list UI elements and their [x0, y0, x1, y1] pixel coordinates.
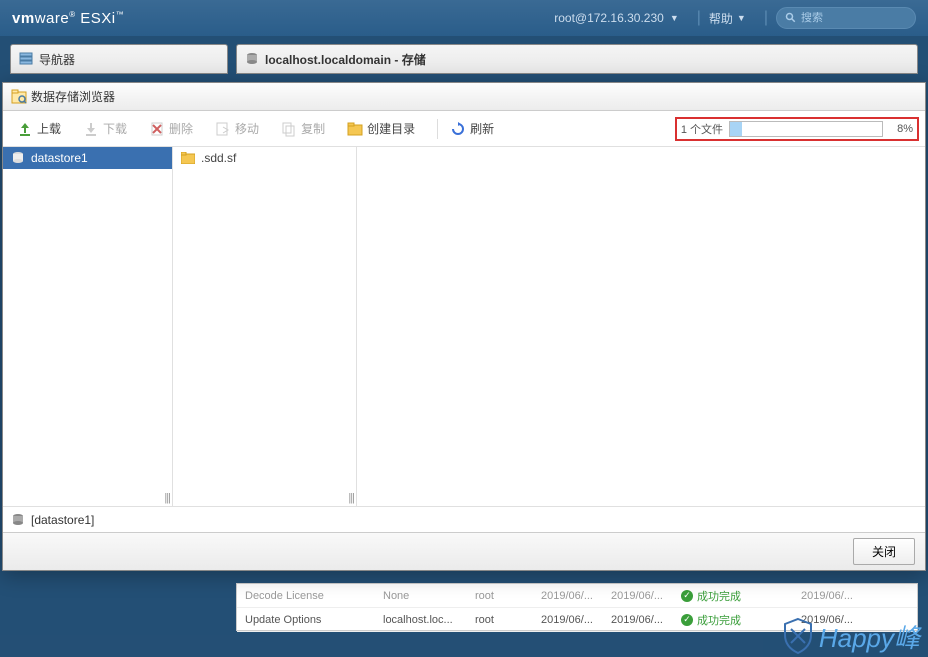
move-button[interactable]: 移动 [209, 117, 265, 140]
copy-button[interactable]: 复制 [275, 117, 331, 140]
app-header: vmware® ESXi™ root@172.16.30.230 ▼ | 帮助 … [0, 0, 928, 36]
modal-footer: 关闭 [3, 532, 925, 570]
content-title: localhost.localdomain - 存储 [265, 51, 426, 68]
download-icon [83, 121, 99, 137]
folder-icon [347, 121, 363, 137]
upload-icon [17, 121, 33, 137]
navigator-icon [19, 52, 33, 66]
datastore-icon [11, 513, 25, 527]
copy-icon [281, 121, 297, 137]
datastore-icon [245, 52, 259, 66]
move-icon [215, 121, 231, 137]
content-panel-header: localhost.localdomain - 存储 [236, 44, 918, 74]
datastore-item[interactable]: datastore1 [3, 147, 172, 169]
resize-handle-icon[interactable]: ||| [348, 492, 354, 504]
delete-icon [149, 121, 165, 137]
folder-column: .sdd.sf ||| [173, 147, 357, 506]
navigator-panel-header: 导航器 [10, 44, 228, 74]
table-row: Decode License None root 2019/06/... 201… [237, 584, 917, 608]
modal-title: 数据存储浏览器 [31, 88, 115, 105]
progress-fill [730, 122, 742, 136]
content-column [357, 147, 925, 506]
upload-button[interactable]: 上载 [11, 117, 67, 140]
chevron-down-icon[interactable]: ▼ [737, 13, 746, 23]
chevron-down-icon[interactable]: ▼ [670, 13, 679, 23]
search-icon [785, 12, 797, 24]
search-box[interactable] [776, 7, 916, 29]
toolbar: 上载 下载 删除 移动 复制 创建目录 刷新 1 个文件 [3, 111, 925, 147]
download-button[interactable]: 下载 [77, 117, 133, 140]
resize-handle-icon[interactable]: ||| [164, 492, 170, 504]
datastore-column: datastore1 ||| [3, 147, 173, 506]
delete-button[interactable]: 删除 [143, 117, 199, 140]
datastore-browser-modal: 数据存储浏览器 上载 下载 删除 移动 复制 创建目录 刷新 [2, 82, 926, 571]
search-input[interactable] [801, 12, 901, 24]
refresh-button[interactable]: 刷新 [444, 117, 500, 140]
datastore-browser-icon [11, 89, 27, 105]
progress-bar [729, 121, 883, 137]
breadcrumb-path: [datastore1] [31, 513, 94, 527]
navigator-title: 导航器 [39, 51, 75, 68]
browser-body: datastore1 ||| .sdd.sf ||| [3, 147, 925, 506]
mkdir-button[interactable]: 创建目录 [341, 117, 421, 140]
vmware-logo: vmware® ESXi™ [12, 10, 124, 27]
upload-progress: 1 个文件 8% [675, 117, 919, 141]
help-menu[interactable]: 帮助 [709, 10, 733, 27]
watermark: Happy峰 [781, 617, 920, 655]
close-button[interactable]: 关闭 [853, 538, 915, 565]
file-item[interactable]: .sdd.sf [173, 147, 356, 169]
progress-label: 1 个文件 [681, 121, 723, 137]
folder-icon [181, 152, 195, 164]
separator [437, 119, 438, 139]
datastore-icon [11, 151, 25, 165]
shield-icon [781, 617, 815, 655]
modal-titlebar: 数据存储浏览器 [3, 83, 925, 111]
user-menu[interactable]: root@172.16.30.230 [554, 11, 664, 25]
refresh-icon [450, 121, 466, 137]
progress-percent: 8% [889, 123, 913, 135]
breadcrumb: [datastore1] [3, 506, 925, 532]
